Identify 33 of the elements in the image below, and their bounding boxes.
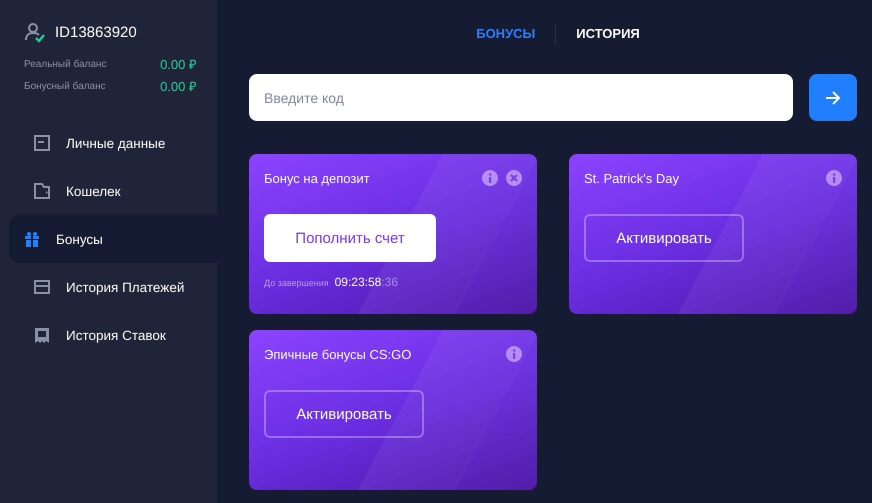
info-icon[interactable]	[826, 170, 842, 186]
form-icon	[34, 134, 50, 152]
timer-label: До завершения	[264, 278, 329, 288]
user-id: ID13863920	[55, 24, 137, 41]
code-input-field[interactable]: Введите код	[249, 74, 793, 121]
countdown-seconds: :36	[381, 275, 398, 289]
receipt-icon	[34, 326, 50, 344]
card-icon	[34, 278, 50, 296]
balance-value: 0.00 ₽	[160, 56, 197, 73]
activate-button[interactable]: Активировать	[584, 214, 744, 262]
gift-icon	[24, 230, 40, 248]
sidebar-item[interactable]: Личные данные	[9, 119, 217, 167]
close-icon[interactable]	[506, 170, 522, 186]
arrow-right-icon	[825, 90, 841, 104]
tab[interactable]: БОНУСЫ	[456, 26, 556, 41]
sidebar-item[interactable]: Бонусы	[9, 215, 217, 263]
activate-button[interactable]: Активировать	[264, 390, 424, 438]
card-title: Бонус на депозит	[264, 170, 371, 186]
countdown-time: 09:23:58	[334, 275, 382, 289]
info-icon[interactable]	[482, 170, 498, 186]
balance-label: Реальный баланс	[24, 58, 106, 70]
tab[interactable]: ИСТОРИЯ	[556, 26, 660, 41]
balance-value: 0.00 ₽	[160, 78, 197, 95]
wallet-icon	[34, 182, 50, 200]
card-title: St. Patrick's Day	[584, 170, 680, 186]
sidebar-item[interactable]: История Платежей	[9, 263, 217, 311]
info-icon[interactable]	[506, 346, 522, 362]
deposit-button[interactable]: Пополнить счет	[264, 214, 436, 262]
balance-label: Бонусный баланс	[24, 80, 106, 92]
submit-button[interactable]	[809, 74, 857, 121]
sidebar-item[interactable]: Кошелек	[9, 167, 217, 215]
sidebar-item[interactable]: История Ставок	[9, 311, 217, 359]
card-title: Эпичные бонусы CS:GO	[264, 346, 412, 362]
